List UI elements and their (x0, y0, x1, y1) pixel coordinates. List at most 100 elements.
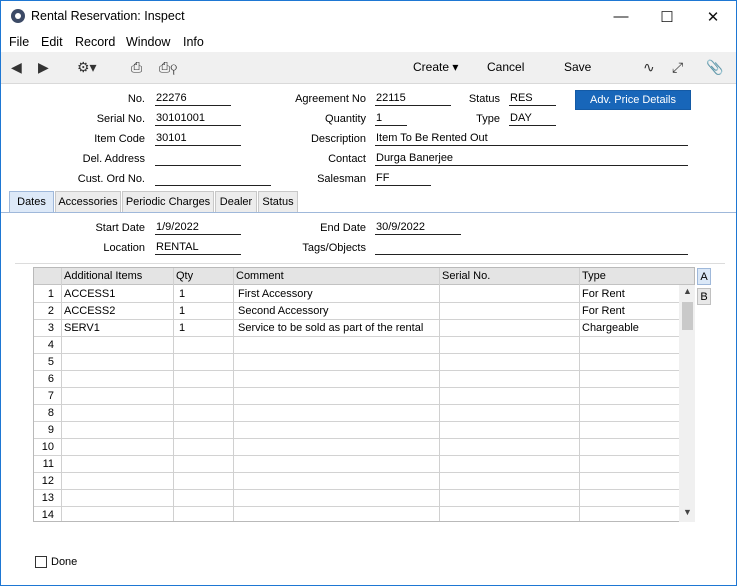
type-cell[interactable]: For Rent (582, 305, 625, 317)
menu-info[interactable]: Info (183, 35, 204, 49)
table-row[interactable]: 6 (34, 371, 680, 388)
qty-cell[interactable]: 1 (179, 322, 185, 334)
grid-col-divider (173, 268, 174, 521)
description-field[interactable]: Item To Be Rented Out (375, 131, 688, 146)
contact-field[interactable]: Durga Banerjee (375, 151, 688, 166)
row-number: 4 (47, 339, 54, 351)
table-row[interactable]: 9 (34, 422, 680, 439)
no-field[interactable]: 22276 (155, 91, 231, 106)
scrollbar-thumb[interactable] (682, 302, 693, 330)
maximize-icon[interactable]: ☐ (644, 1, 690, 32)
tab-accessories[interactable]: Accessories (55, 191, 121, 212)
tab-status[interactable]: Status (258, 191, 298, 212)
agreement-field[interactable]: 22115 (375, 91, 451, 106)
qty-cell[interactable]: 1 (179, 305, 185, 317)
cancel-button[interactable]: Cancel (487, 60, 524, 74)
done-checkbox[interactable] (35, 556, 47, 568)
qty-cell[interactable]: 1 (179, 288, 185, 300)
status-field[interactable]: RES (509, 91, 556, 106)
serial-field[interactable]: 30101001 (155, 111, 241, 126)
table-row[interactable]: 5 (34, 354, 680, 371)
row-number: 9 (47, 424, 54, 436)
contact-label: Contact (328, 153, 366, 165)
next-record-icon[interactable]: ▶ (38, 59, 49, 76)
table-row[interactable]: 8 (34, 405, 680, 422)
comment-cell[interactable]: Service to be sold as part of the rental (238, 322, 423, 334)
row-number: 8 (47, 407, 54, 419)
menu-file[interactable]: File (9, 35, 29, 49)
toolbar: ◀ ▶ ⚙▾ ⎙ ⎙⚲ Create ▾ Cancel Save ∿ ⤢ 📎 (1, 52, 736, 84)
minimize-icon[interactable]: — (598, 1, 644, 32)
row-number: 10 (41, 441, 54, 453)
table-row[interactable]: 2 ACCESS2 1 Second Accessory For Rent (34, 303, 680, 320)
cust-ord-field[interactable] (155, 171, 271, 186)
type-field[interactable]: DAY (509, 111, 556, 126)
location-field[interactable]: RENTAL (155, 240, 241, 255)
tab-dates[interactable]: Dates (9, 191, 54, 213)
table-row[interactable]: 13 (34, 490, 680, 507)
row-number: 14 (41, 509, 54, 521)
header-type[interactable]: Type (582, 270, 606, 282)
grid-col-divider (233, 268, 234, 521)
item-cell[interactable]: ACCESS1 (64, 288, 115, 300)
item-cell[interactable]: SERV1 (64, 322, 100, 334)
item-code-field[interactable]: 30101 (155, 131, 241, 146)
end-date-field[interactable]: 30/9/2022 (375, 220, 461, 235)
app-window: Rental Reservation: Inspect — ☐ ✕ File E… (0, 0, 737, 586)
menu-record[interactable]: Record (75, 35, 115, 49)
header-serial-no[interactable]: Serial No. (442, 270, 490, 282)
grid-col-divider (61, 268, 62, 521)
side-tab-a[interactable]: A (697, 268, 711, 285)
scroll-up-icon[interactable]: ▲ (683, 286, 692, 296)
header-comment[interactable]: Comment (236, 270, 284, 282)
create-button[interactable]: Create ▾ (413, 60, 458, 74)
scroll-down-icon[interactable]: ▼ (683, 507, 692, 517)
chevron-down-icon: ▾ (452, 60, 459, 74)
table-row[interactable]: 1 ACCESS1 1 First Accessory For Rent (34, 286, 680, 303)
grid-scrollbar[interactable]: ▲ ▼ (679, 285, 695, 522)
save-button[interactable]: Save (564, 60, 591, 74)
tags-field[interactable] (375, 240, 688, 255)
header-additional-items[interactable]: Additional Items (64, 270, 142, 282)
done-label: Done (51, 556, 78, 568)
items-grid: Additional Items Qty Comment Serial No. … (33, 267, 695, 522)
gear-icon[interactable]: ⚙▾ (77, 59, 97, 76)
del-address-field[interactable] (155, 151, 241, 166)
item-cell[interactable]: ACCESS2 (64, 305, 115, 317)
table-row[interactable]: 11 (34, 456, 680, 473)
attachment-icon[interactable]: 📎 (706, 59, 723, 76)
row-number: 3 (47, 322, 54, 334)
side-tab-b[interactable]: B (697, 288, 711, 305)
menu-edit[interactable]: Edit (41, 35, 63, 49)
app-icon (11, 9, 25, 23)
activity-icon[interactable]: ∿ (643, 59, 655, 76)
item-code-label: Item Code (94, 133, 145, 145)
table-row[interactable]: 12 (34, 473, 680, 490)
tab-dealer[interactable]: Dealer (215, 191, 257, 212)
end-date-label: End Date (320, 222, 366, 234)
expand-icon[interactable]: ⤢ (672, 59, 683, 76)
salesman-field[interactable]: FF (375, 171, 431, 186)
start-date-field[interactable]: 1/9/2022 (155, 220, 241, 235)
table-row[interactable]: 14 (34, 507, 680, 521)
quantity-field[interactable]: 1 (375, 111, 407, 126)
type-cell[interactable]: For Rent (582, 288, 625, 300)
table-row[interactable]: 7 (34, 388, 680, 405)
print-preview-icon[interactable]: ⎙⚲ (159, 59, 177, 76)
previous-record-icon[interactable]: ◀ (11, 59, 22, 76)
menu-bar: File Edit Record Window Info (1, 32, 736, 52)
row-number: 5 (47, 356, 54, 368)
comment-cell[interactable]: Second Accessory (238, 305, 329, 317)
comment-cell[interactable]: First Accessory (238, 288, 313, 300)
close-icon[interactable]: ✕ (690, 1, 736, 32)
menu-window[interactable]: Window (126, 35, 170, 49)
table-row[interactable]: 3 SERV1 1 Service to be sold as part of the… (34, 320, 680, 337)
table-row[interactable]: 4 (34, 337, 680, 354)
print-icon[interactable]: ⎙ (131, 59, 142, 76)
cust-ord-label: Cust. Ord No. (77, 173, 145, 185)
adv-price-details-button[interactable]: Adv. Price Details (575, 90, 691, 110)
header-qty[interactable]: Qty (176, 270, 193, 282)
type-cell[interactable]: Chargeable (582, 322, 639, 334)
table-row[interactable]: 10 (34, 439, 680, 456)
tab-periodic-charges[interactable]: Periodic Charges (122, 191, 214, 212)
